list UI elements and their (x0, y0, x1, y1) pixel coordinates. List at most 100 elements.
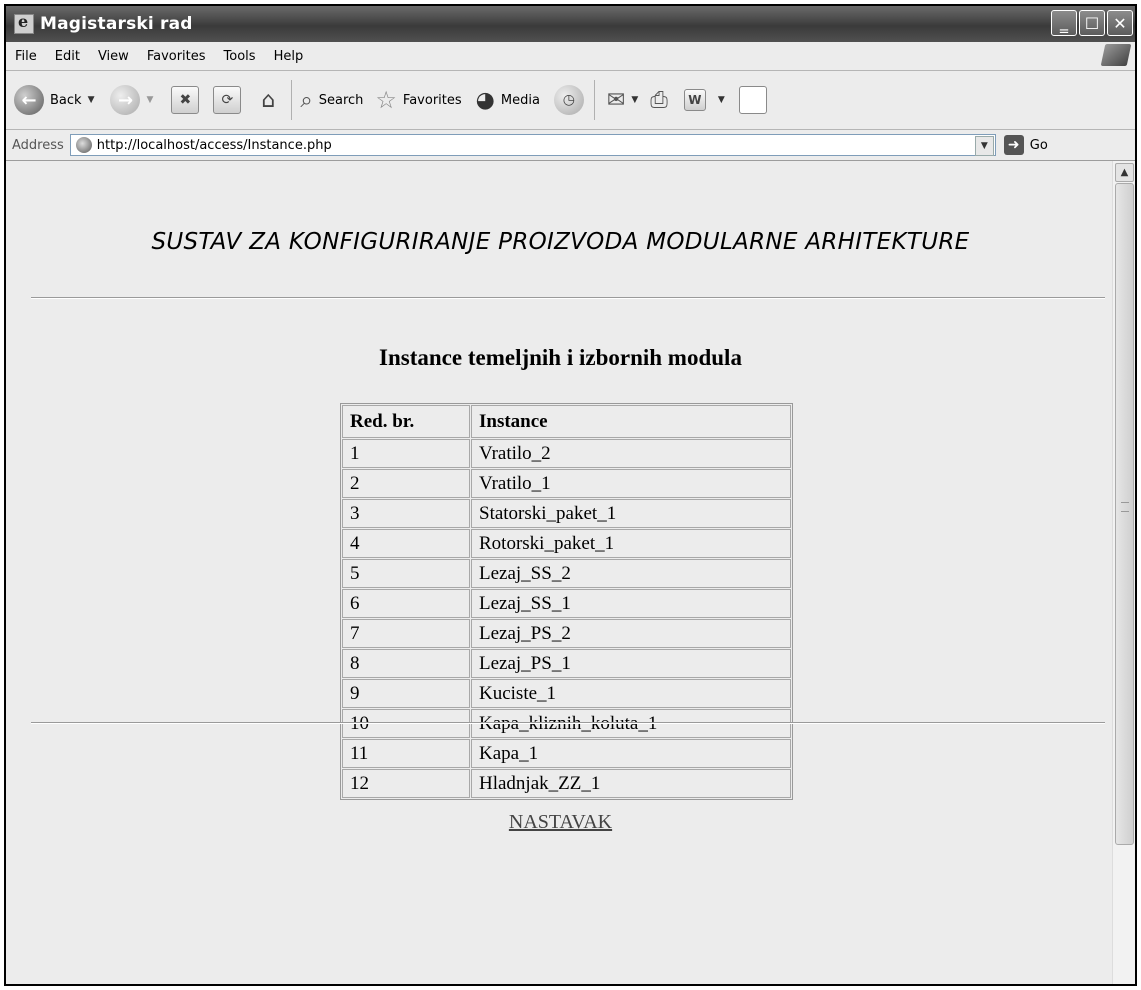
table-row: 3 Statorski_paket_1 (342, 499, 791, 528)
stop-button[interactable]: ✖ (171, 86, 200, 114)
word-icon: W (683, 89, 706, 111)
menu-view[interactable]: View (89, 49, 138, 64)
instance-name: Vratilo_2 (471, 439, 791, 468)
search-label: Search (318, 92, 364, 108)
forward-button[interactable]: → ▼ (110, 85, 153, 115)
address-bar: Address http://localhost/access/Instance… (6, 130, 1135, 161)
instance-name: Lezaj_PS_2 (471, 619, 791, 648)
home-icon: ⌂ (261, 87, 276, 113)
instance-name: Hladnjak_ZZ_1 (471, 769, 791, 798)
refresh-button[interactable]: ⟳ (213, 86, 242, 114)
nastavak-link[interactable]: NASTAVAK (6, 811, 1115, 834)
table-row: 8 Lezaj_PS_1 (342, 649, 791, 678)
row-number: 12 (342, 769, 470, 798)
go-button[interactable]: Go (1030, 138, 1048, 153)
history-button[interactable]: ◷ (553, 85, 584, 115)
back-button[interactable]: ← Back ▼ (14, 85, 94, 115)
discuss-button[interactable] (738, 86, 767, 114)
table-row: 5 Lezaj_SS_2 (342, 559, 791, 588)
menu-help[interactable]: Help (265, 49, 313, 64)
row-number: 4 (342, 529, 470, 558)
mail-icon: ✉ (606, 87, 626, 113)
discuss-icon (738, 86, 767, 114)
table-row: 4 Rotorski_paket_1 (342, 529, 791, 558)
go-arrow-icon[interactable]: ➜ (1003, 135, 1024, 155)
row-number: 9 (342, 679, 470, 708)
vertical-scrollbar[interactable]: ▲ (1112, 161, 1135, 984)
instance-name: Kapa_1 (471, 739, 791, 768)
row-number: 2 (342, 469, 470, 498)
address-url: http://localhost/access/Instance.php (96, 137, 332, 153)
table-row: 2 Vratilo_1 (342, 469, 791, 498)
scroll-up-icon[interactable]: ▲ (1115, 163, 1134, 182)
instances-table: Red. br. Instance 1 Vratilo_2 2 Vratilo_1 … (340, 403, 793, 800)
maximize-button[interactable]: ☐ (1079, 10, 1105, 36)
title-bar[interactable]: Magistarski rad ‗ ☐ ✕ (6, 6, 1135, 42)
row-number: 3 (342, 499, 470, 528)
edit-button[interactable]: W ▼ (683, 89, 725, 111)
back-arrow-icon: ← (14, 85, 44, 115)
toolbar: ← Back ▼ → ▼ ✖ ⟳ ⌂ ⌕ Search ☆ Favorites … (6, 71, 1135, 130)
column-header: Red. br. (342, 405, 470, 438)
address-input[interactable]: http://localhost/access/Instance.php ▼ (69, 134, 996, 156)
table-row: 9 Kuciste_1 (342, 679, 791, 708)
instance-name: Statorski_paket_1 (471, 499, 791, 528)
divider (31, 297, 1105, 299)
row-number: 7 (342, 619, 470, 648)
mail-button[interactable]: ✉ ▼ (607, 88, 638, 113)
instance-name: Lezaj_PS_1 (471, 649, 791, 678)
row-number: 5 (342, 559, 470, 588)
back-label: Back (50, 92, 82, 108)
row-number: 8 (342, 649, 470, 678)
table-row: 11 Kapa_1 (342, 739, 791, 768)
row-number: 11 (342, 739, 470, 768)
minimize-button[interactable]: ‗ (1051, 10, 1077, 36)
search-button[interactable]: ⌕ Search (300, 88, 363, 113)
refresh-icon: ⟳ (213, 86, 242, 114)
scrollbar-thumb[interactable] (1115, 183, 1134, 845)
close-button[interactable]: ✕ (1107, 10, 1133, 36)
mail-dropdown-icon[interactable]: ▼ (631, 95, 638, 105)
instance-name: Lezaj_SS_2 (471, 559, 791, 588)
column-header: Instance (471, 405, 791, 438)
row-number: 1 (342, 439, 470, 468)
print-button[interactable]: ⎙ (650, 88, 668, 113)
ie-icon (14, 12, 34, 34)
row-number: 6 (342, 589, 470, 618)
page-heading: Instance temeljnih i izbornih modula (379, 345, 742, 370)
back-dropdown-icon[interactable]: ▼ (88, 95, 95, 105)
address-dropdown-icon[interactable]: ▼ (974, 136, 994, 156)
media-button[interactable]: ◕ Media (476, 88, 540, 113)
windows-logo-icon (1100, 44, 1132, 66)
print-icon: ⎙ (650, 87, 668, 113)
window-controls: ‗ ☐ ✕ (1051, 10, 1133, 36)
grip-icon (1121, 502, 1129, 512)
page-content: SUSTAV ZA KONFIGURIRANJE PROIZVODA MODUL… (6, 161, 1115, 984)
stop-icon: ✖ (171, 86, 200, 114)
home-button[interactable]: ⌂ (255, 87, 281, 113)
menu-favorites[interactable]: Favorites (138, 49, 215, 64)
menu-edit[interactable]: Edit (46, 49, 89, 64)
star-icon: ☆ (375, 86, 397, 114)
address-label: Address (12, 137, 64, 153)
instance-name: Kuciste_1 (471, 679, 791, 708)
forward-dropdown-icon[interactable]: ▼ (146, 95, 153, 105)
window-title: Magistarski rad (40, 14, 193, 34)
search-icon: ⌕ (300, 87, 313, 113)
instance-name: Lezaj_SS_1 (471, 589, 791, 618)
menu-tools[interactable]: Tools (215, 49, 265, 64)
table-row: 12 Hladnjak_ZZ_1 (342, 769, 791, 798)
instance-name: Rotorski_paket_1 (471, 529, 791, 558)
toolbar-separator (291, 80, 293, 120)
forward-arrow-icon: → (110, 85, 141, 115)
table-row: 6 Lezaj_SS_1 (342, 589, 791, 618)
menu-file[interactable]: File (6, 49, 46, 64)
media-icon: ◕ (475, 87, 495, 113)
table-row: 1 Vratilo_2 (342, 439, 791, 468)
page-icon (75, 137, 92, 153)
divider (31, 722, 1105, 724)
favorites-button[interactable]: ☆ Favorites (375, 86, 461, 114)
edit-dropdown-icon[interactable]: ▼ (718, 95, 725, 105)
table-header-row: Red. br. Instance (342, 405, 791, 438)
media-label: Media (500, 92, 540, 108)
